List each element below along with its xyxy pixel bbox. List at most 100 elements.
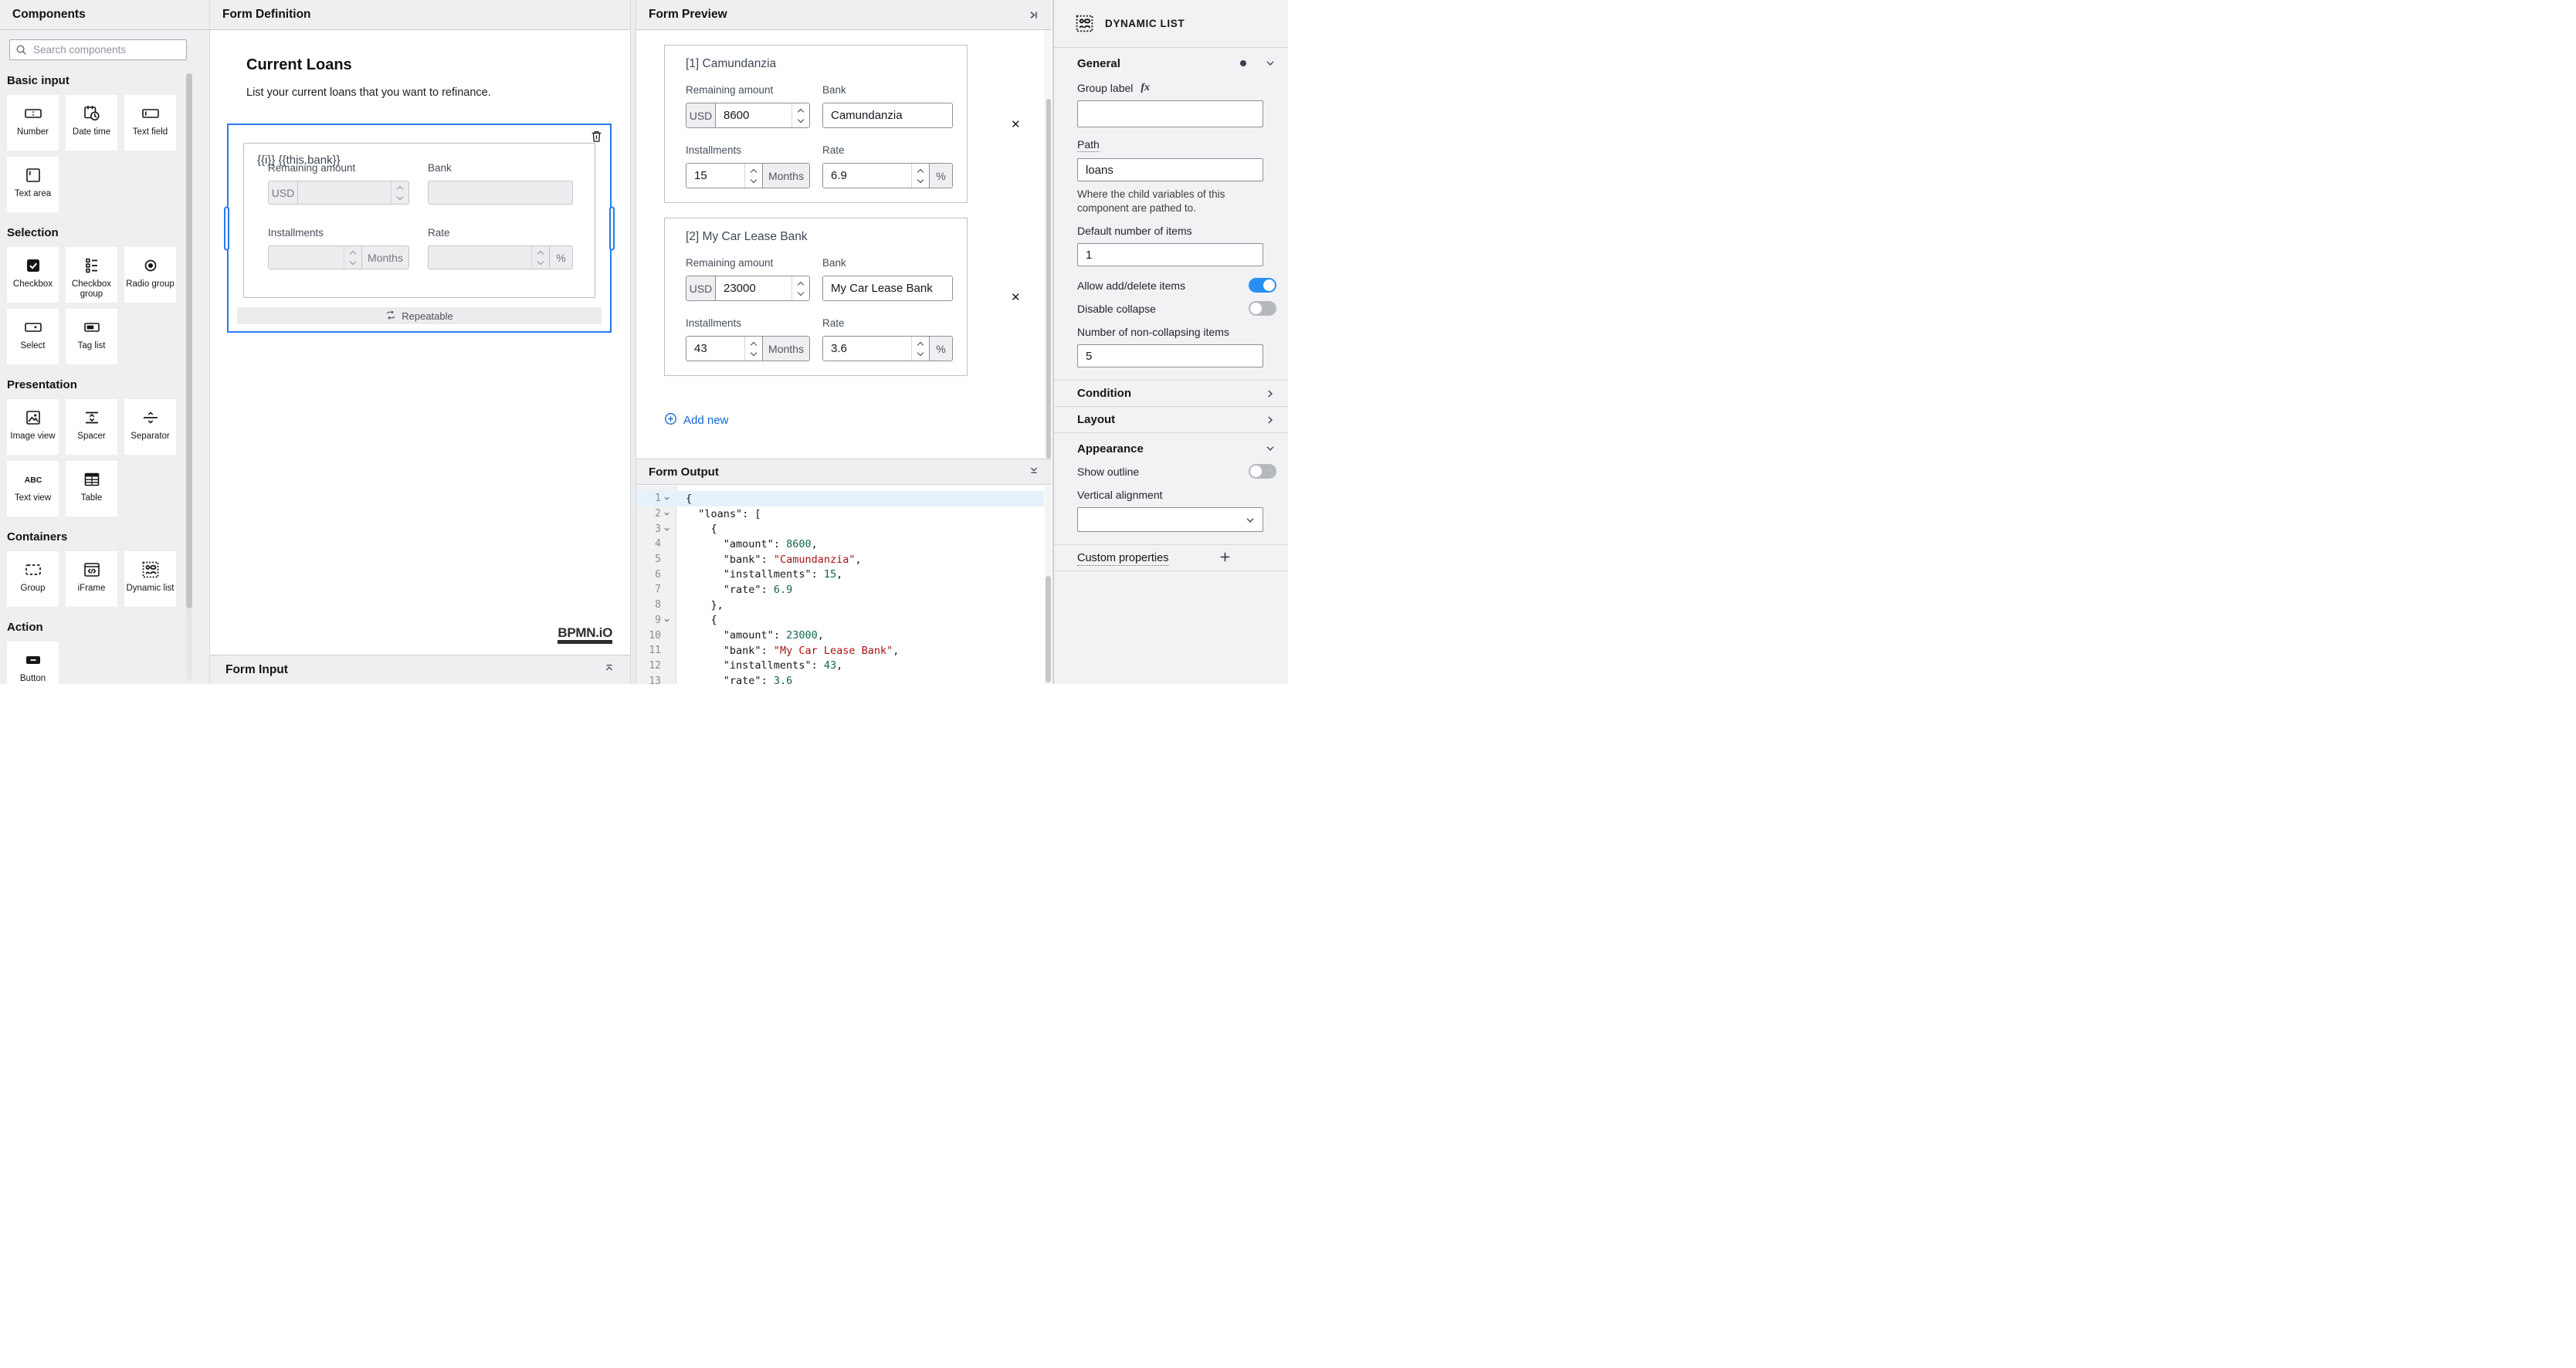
section-custom-properties-header[interactable]: Custom properties bbox=[1077, 545, 1276, 571]
palette-item-text-field[interactable]: Text field bbox=[124, 95, 176, 151]
installments-value[interactable]: 15 bbox=[686, 164, 744, 188]
code-line[interactable]: 7 "rate": 6.9 bbox=[636, 582, 1044, 598]
bank-value[interactable] bbox=[429, 181, 572, 204]
form-definition-canvas[interactable]: Current Loans List your current loans th… bbox=[210, 30, 630, 655]
rate-input-group[interactable]: 3.6% bbox=[822, 336, 953, 361]
rate-input-group[interactable]: 6.9% bbox=[822, 163, 953, 188]
remaining-amount-value[interactable] bbox=[298, 181, 391, 204]
code-line[interactable]: 13 "rate": 3.6 bbox=[636, 673, 1044, 684]
rate-value[interactable] bbox=[429, 246, 531, 269]
number-spinner[interactable] bbox=[744, 337, 762, 361]
resize-handle-left[interactable] bbox=[224, 206, 229, 250]
code-line[interactable]: 11 "bank": "My Car Lease Bank", bbox=[636, 643, 1044, 659]
vertical-alignment-select[interactable] bbox=[1077, 507, 1263, 533]
number-spinner[interactable] bbox=[911, 164, 929, 188]
section-general-header[interactable]: General bbox=[1077, 48, 1276, 79]
number-spinner[interactable] bbox=[531, 246, 549, 269]
palette-item-spacer[interactable]: Spacer bbox=[66, 399, 117, 455]
fold-icon[interactable] bbox=[663, 510, 670, 517]
palette-item-radio-group[interactable]: Radio group bbox=[124, 247, 176, 303]
rate-value[interactable]: 6.9 bbox=[823, 164, 911, 188]
palette-item-image-view[interactable]: Image view bbox=[7, 399, 59, 455]
fold-icon[interactable] bbox=[663, 526, 670, 533]
default-items-input[interactable] bbox=[1077, 243, 1263, 267]
section-appearance-header[interactable]: Appearance bbox=[1077, 433, 1276, 464]
section-layout-header[interactable]: Layout bbox=[1077, 407, 1276, 432]
number-spinner[interactable] bbox=[744, 164, 762, 188]
expand-form-input-icon[interactable] bbox=[604, 662, 615, 677]
palette-item-number[interactable]: Number bbox=[7, 95, 59, 151]
rate-input-group[interactable]: % bbox=[428, 245, 573, 269]
preview-card-title[interactable]: [2] My Car Lease Bank bbox=[686, 230, 951, 244]
number-spinner[interactable] bbox=[911, 337, 929, 361]
code-line[interactable]: 3 { bbox=[636, 521, 1044, 537]
installments-value[interactable] bbox=[269, 246, 344, 269]
code-line[interactable]: 9 { bbox=[636, 613, 1044, 628]
code-line[interactable]: 2 "loans": [ bbox=[636, 506, 1044, 522]
non-collapsing-input[interactable] bbox=[1077, 344, 1263, 368]
disable-collapse-toggle[interactable] bbox=[1249, 301, 1276, 317]
code-line[interactable]: 4 "amount": 8600, bbox=[636, 537, 1044, 552]
number-spinner[interactable] bbox=[391, 181, 408, 204]
palette-item-checkbox-group[interactable]: Checkbox group bbox=[66, 247, 117, 303]
palette-item-separator[interactable]: Separator bbox=[124, 399, 176, 455]
bank-value[interactable]: Camundanzia bbox=[823, 103, 952, 127]
palette-item-iframe[interactable]: iFrame bbox=[66, 551, 117, 607]
palette-item-dynamic-list[interactable]: Dynamic list bbox=[124, 551, 176, 607]
installments-input-group[interactable]: 15 Months bbox=[686, 163, 810, 188]
search-components-input[interactable] bbox=[32, 43, 186, 56]
code-line[interactable]: 8 }, bbox=[636, 598, 1044, 613]
bank-input-group[interactable] bbox=[428, 181, 573, 205]
code-line[interactable]: 12 "installments": 43, bbox=[636, 659, 1044, 674]
palette-scrollbar[interactable] bbox=[186, 73, 192, 681]
palette-item-checkbox[interactable]: Checkbox bbox=[7, 247, 59, 303]
add-new-button[interactable]: Add new bbox=[664, 412, 728, 428]
remove-entry-button[interactable]: ✕ bbox=[1008, 287, 1024, 307]
code-line[interactable]: 1{ bbox=[636, 491, 1044, 506]
section-condition-header[interactable]: Condition bbox=[1077, 381, 1276, 406]
palette-item-group[interactable]: Group bbox=[7, 551, 59, 607]
palette-item-date-time[interactable]: Date time bbox=[66, 95, 117, 151]
palette-item-tag-list[interactable]: Tag list bbox=[66, 309, 117, 364]
installments-value[interactable]: 43 bbox=[686, 337, 744, 361]
code-line[interactable]: 5 "bank": "Camundanzia", bbox=[636, 552, 1044, 567]
palette-item-text-area[interactable]: Text area bbox=[7, 157, 59, 212]
installments-input-group[interactable]: Months bbox=[268, 245, 409, 269]
fold-icon[interactable] bbox=[663, 495, 670, 502]
installments-input-group[interactable]: 43 Months bbox=[686, 336, 810, 361]
palette-item-select[interactable]: Select bbox=[7, 309, 59, 364]
dynamic-list-component-selected[interactable]: {{i}} {{this.bank}} Remaining amount USD B… bbox=[224, 124, 615, 333]
code-line[interactable]: 6 "installments": 15, bbox=[636, 567, 1044, 582]
resize-handle-right[interactable] bbox=[609, 206, 615, 250]
remaining-amount-value[interactable]: 8600 bbox=[716, 103, 791, 127]
fx-icon[interactable]: fx bbox=[1141, 82, 1150, 94]
add-custom-property-button[interactable] bbox=[1218, 550, 1232, 567]
fold-icon[interactable] bbox=[663, 617, 670, 624]
form-heading-component[interactable]: Current Loans bbox=[246, 56, 630, 74]
show-outline-toggle[interactable] bbox=[1249, 464, 1276, 479]
path-input[interactable] bbox=[1077, 158, 1263, 181]
remaining-amount-input-group[interactable]: USD bbox=[268, 181, 409, 205]
collapse-output-icon[interactable] bbox=[1029, 465, 1039, 479]
allow-add-delete-toggle[interactable] bbox=[1249, 278, 1276, 293]
editor-scrollbar[interactable] bbox=[1045, 486, 1052, 684]
remaining-amount-input-group[interactable]: USD 23000 bbox=[686, 276, 810, 301]
bank-input-group[interactable]: Camundanzia bbox=[822, 103, 953, 128]
remaining-amount-value[interactable]: 23000 bbox=[716, 276, 791, 300]
bank-input-group[interactable]: My Car Lease Bank bbox=[822, 276, 953, 301]
preview-scrollbar[interactable] bbox=[1045, 30, 1052, 459]
palette-item-text-view[interactable]: ABC Text view bbox=[7, 461, 59, 516]
code-line[interactable]: 10 "amount": 23000, bbox=[636, 628, 1044, 643]
number-spinner[interactable] bbox=[791, 276, 809, 300]
remove-entry-button[interactable]: ✕ bbox=[1008, 114, 1024, 134]
preview-card-title[interactable]: [1] Camundanzia bbox=[686, 57, 951, 71]
form-description-component[interactable]: List your current loans that you want to… bbox=[246, 86, 630, 99]
collapse-preview-icon[interactable] bbox=[1028, 9, 1039, 21]
number-spinner[interactable] bbox=[791, 103, 809, 127]
form-output-editor[interactable]: 1{2 "loans": [3 {4 "amount": 8600, 5 "ban… bbox=[636, 486, 1052, 684]
form-input-bar[interactable]: Form Input bbox=[210, 655, 630, 684]
number-spinner[interactable] bbox=[344, 246, 361, 269]
rate-value[interactable]: 3.6 bbox=[823, 337, 911, 361]
delete-component-button[interactable] bbox=[589, 130, 603, 144]
palette-item-table[interactable]: Table bbox=[66, 461, 117, 516]
